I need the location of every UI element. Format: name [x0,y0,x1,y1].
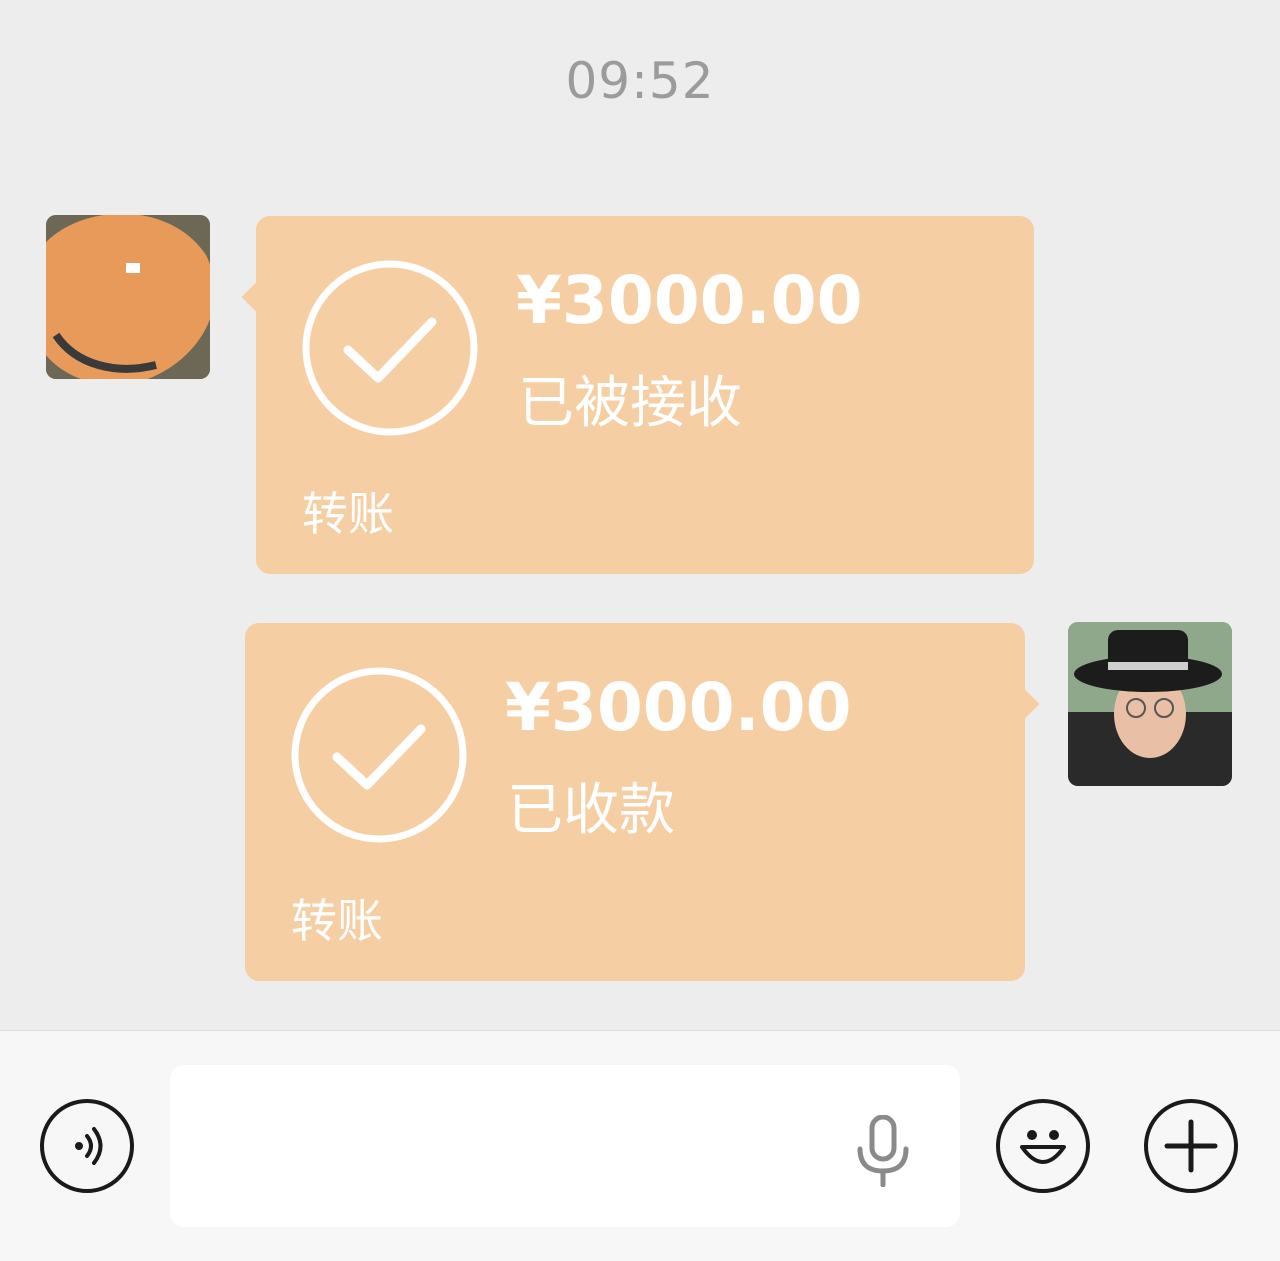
transfer-status: 已被接收 [518,371,742,436]
transfer-amount: ¥3000.00 [516,262,863,339]
voice-icon [75,1127,103,1165]
emoji-icon [1020,1130,1066,1164]
user-avatar[interactable] [1068,622,1232,786]
message-input[interactable] [170,1065,960,1227]
plus-icon [1164,1119,1218,1173]
bubble-tail [241,281,273,313]
transfer-bubble-collected[interactable]: ¥3000.00 已收款 转账 [245,623,1040,981]
check-circle-icon [302,260,478,436]
transfer-amount: ¥3000.00 [505,669,852,746]
check-circle-icon [291,667,467,843]
transfer-label: 转账 [302,487,394,541]
transfer-bubble-received[interactable]: ¥3000.00 已被接收 转账 [241,216,1034,574]
microphone-icon[interactable] [856,1115,910,1187]
voice-toggle-button[interactable] [40,1099,134,1193]
emoji-button[interactable] [996,1099,1090,1193]
contact-avatar[interactable] [46,215,210,379]
transfer-label: 转账 [291,894,383,948]
avatar-photo [1068,622,1232,786]
more-options-button[interactable] [1144,1099,1238,1193]
avatar-scribble [46,215,210,379]
input-bar [0,1030,1280,1261]
transfer-status: 已收款 [507,778,675,843]
bubble-tail [1008,688,1040,720]
chat-timestamp: 09:52 [565,52,715,110]
